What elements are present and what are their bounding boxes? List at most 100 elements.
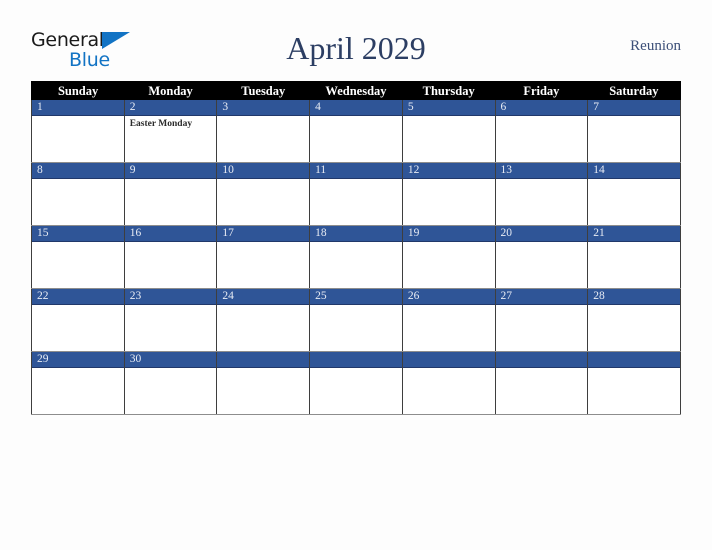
day-events (125, 179, 217, 181)
day-events (310, 242, 402, 244)
day-cell-inner: 12 (402, 163, 495, 225)
day-number: 1 (32, 100, 124, 116)
day-events (32, 116, 124, 118)
day-number: 9 (124, 163, 217, 179)
day-number: 14 (588, 163, 680, 179)
calendar-table: Sunday Monday Tuesday Wednesday Thursday… (31, 81, 681, 415)
calendar-day-cell[interactable]: 5 (401, 100, 496, 163)
calendar-day-cell[interactable]: 14 (587, 162, 681, 226)
day-number: 16 (124, 226, 217, 242)
holiday-label: Easter Monday (129, 119, 193, 129)
day-cell-inner (495, 352, 588, 414)
day-cell-inner: 3 (217, 100, 310, 162)
calendar-day-cell[interactable]: 16 (123, 225, 218, 289)
calendar-day-cell[interactable]: 10 (216, 162, 311, 226)
day-number: 10 (217, 163, 310, 179)
page-header: General Blue April 2029 Reunion (31, 24, 681, 76)
calendar-day-cell[interactable]: 25 (309, 288, 403, 352)
calendar-day-cell[interactable] (401, 351, 496, 415)
day-number: 11 (310, 163, 402, 179)
calendar-day-cell[interactable]: 1 (31, 100, 125, 163)
day-number: 30 (124, 352, 217, 368)
calendar-day-cell[interactable]: 17 (216, 225, 311, 289)
day-number: 19 (402, 226, 495, 242)
day-number: 15 (32, 226, 124, 242)
calendar-day-cell[interactable]: 13 (494, 162, 589, 226)
calendar-day-cell[interactable]: 7 (587, 100, 681, 163)
day-events (403, 179, 495, 181)
day-number: 2 (124, 100, 217, 116)
day-number: 22 (32, 289, 124, 305)
day-events (125, 242, 217, 244)
weekday-header-sunday: Sunday (31, 81, 125, 100)
weekday-header-saturday: Saturday (587, 81, 681, 100)
calendar-day-cell[interactable]: 18 (309, 225, 403, 289)
calendar-day-cell[interactable]: 28 (587, 288, 681, 352)
calendar-day-cell[interactable]: 8 (31, 162, 125, 226)
day-events (403, 242, 495, 244)
day-events (217, 368, 309, 370)
calendar-day-cell[interactable]: 6 (494, 100, 589, 163)
day-cell-inner: 24 (217, 289, 310, 351)
day-number: 3 (217, 100, 310, 116)
day-cell-inner: 15 (32, 226, 124, 288)
day-cell-inner: 29 (32, 352, 124, 414)
calendar-day-cell[interactable] (587, 351, 681, 415)
calendar-day-cell[interactable]: 15 (31, 225, 125, 289)
day-number: 23 (124, 289, 217, 305)
calendar-day-cell[interactable]: 26 (401, 288, 496, 352)
calendar-day-cell[interactable]: 12 (401, 162, 496, 226)
day-number: 26 (402, 289, 495, 305)
day-events (32, 305, 124, 307)
day-events (496, 368, 588, 370)
day-events (125, 305, 217, 307)
calendar-day-cell[interactable]: 4 (309, 100, 403, 163)
day-number (217, 352, 310, 368)
day-cell-inner: 20 (495, 226, 588, 288)
day-cell-inner (217, 352, 310, 414)
day-events (310, 305, 402, 307)
day-cell-inner: 6 (495, 100, 588, 162)
day-cell-inner: 2 Easter Monday (124, 100, 217, 162)
calendar-day-cell[interactable] (494, 351, 589, 415)
day-cell-inner: 1 (32, 100, 124, 162)
calendar-day-cell[interactable]: 3 (216, 100, 311, 163)
calendar-day-cell[interactable]: 29 (31, 351, 125, 415)
calendar-day-cell[interactable]: 9 (123, 162, 218, 226)
calendar-day-cell[interactable]: 21 (587, 225, 681, 289)
day-events: Easter Monday (125, 116, 217, 130)
calendar-day-cell[interactable] (216, 351, 311, 415)
day-number: 18 (310, 226, 402, 242)
day-cell-inner: 4 (310, 100, 402, 162)
weekday-header-friday: Friday (495, 81, 588, 100)
calendar-day-cell[interactable] (309, 351, 403, 415)
calendar-day-cell[interactable]: 22 (31, 288, 125, 352)
day-cell-inner: 21 (588, 226, 680, 288)
day-events (496, 305, 588, 307)
calendar-day-cell[interactable]: 23 (123, 288, 218, 352)
calendar-day-cell[interactable]: 20 (494, 225, 589, 289)
day-events (217, 242, 309, 244)
weekday-header-thursday: Thursday (402, 81, 496, 100)
calendar-day-cell[interactable]: 30 (123, 351, 218, 415)
day-cell-inner: 11 (310, 163, 402, 225)
calendar-day-cell[interactable]: 24 (216, 288, 311, 352)
calendar-page: General Blue April 2029 Reunion Sunday M… (0, 0, 712, 550)
day-number: 8 (32, 163, 124, 179)
calendar-week-row: 29 30 (31, 351, 681, 415)
day-cell-inner (310, 352, 402, 414)
day-cell-inner: 10 (217, 163, 310, 225)
calendar-day-cell[interactable]: 11 (309, 162, 403, 226)
day-number: 29 (32, 352, 124, 368)
calendar-day-cell[interactable]: 27 (494, 288, 589, 352)
day-number: 27 (495, 289, 588, 305)
calendar-day-cell[interactable]: 19 (401, 225, 496, 289)
day-cell-inner: 8 (32, 163, 124, 225)
day-events (32, 242, 124, 244)
day-events (310, 368, 402, 370)
day-cell-inner (588, 352, 680, 414)
day-events (588, 305, 680, 307)
weekday-header-tuesday: Tuesday (216, 81, 310, 100)
day-number (310, 352, 402, 368)
calendar-day-cell[interactable]: 2 Easter Monday (123, 100, 218, 163)
